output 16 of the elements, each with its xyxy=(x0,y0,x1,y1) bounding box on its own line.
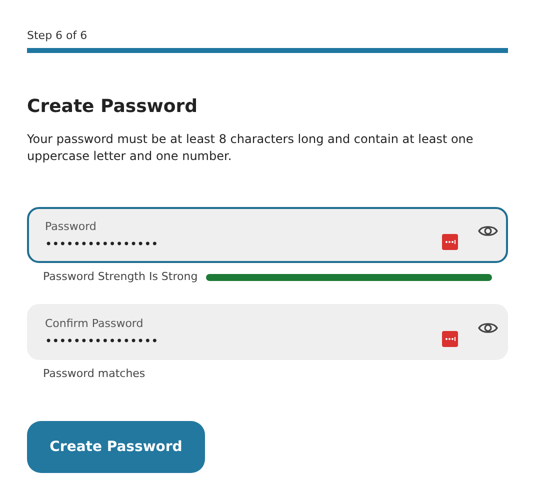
password-requirements-text: Your password must be at least 8 characters long and contain at least one uppercase letter and one number. xyxy=(27,131,474,165)
show-password-icon[interactable] xyxy=(478,321,498,335)
password-field[interactable]: Password •••••••••••••••• xyxy=(27,207,508,263)
password-input[interactable]: •••••••••••••••• xyxy=(45,334,245,348)
password-input[interactable]: •••••••••••••••• xyxy=(45,236,245,250)
field-label: Password xyxy=(45,220,96,234)
match-message: Password matches xyxy=(43,367,146,381)
create-password-button[interactable]: Create Password xyxy=(27,421,205,473)
page-heading: Create Password xyxy=(27,95,198,119)
show-password-icon[interactable] xyxy=(478,224,498,238)
password-manager-icon[interactable] xyxy=(442,234,458,250)
password-manager-icon[interactable] xyxy=(442,331,458,347)
strength-label: Password Strength Is Strong xyxy=(43,270,198,284)
field-label: Confirm Password xyxy=(45,316,144,330)
step-label: Step 6 of 6 xyxy=(27,28,88,44)
password-field[interactable]: Confirm Password •••••••••••••••• xyxy=(27,304,508,360)
